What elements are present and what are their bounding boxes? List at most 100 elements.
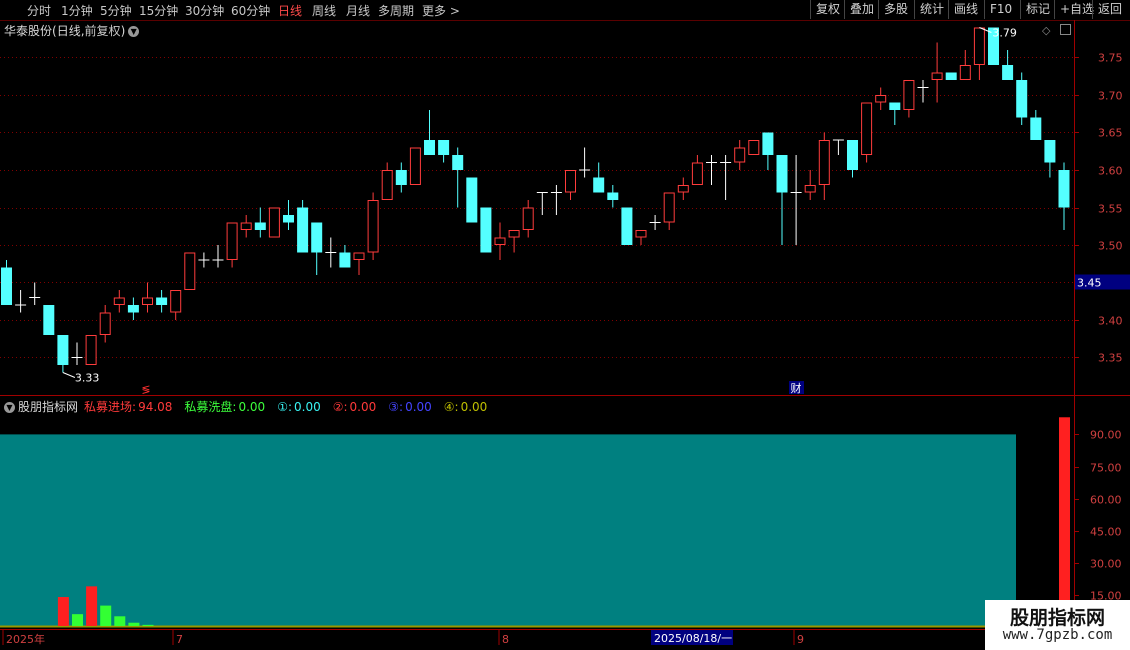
price-tick-label: 3.35 [1098,352,1123,365]
candle [43,305,55,335]
indicator-axis: 90.0075.0060.0045.0030.0015.00 [1074,429,1122,603]
candle [734,140,746,170]
indicator-bar [128,622,140,626]
candle-body [480,207,492,253]
indicator-panel [0,417,1074,628]
candle-body [861,102,873,155]
candle [536,192,548,215]
candle-body [1058,170,1070,208]
candle-body [1044,140,1056,163]
candle-body [945,72,957,80]
candle [917,80,929,103]
candle-body [691,162,703,185]
candle-body [635,230,647,238]
candle-body [875,95,887,103]
candle [57,335,69,373]
candle-body [973,27,985,65]
candlestick-series: 3.79 3.33 ≶ 财 [1,27,1070,396]
candle-body [438,140,450,155]
candle [452,147,464,208]
price-tick-label: 3.65 [1098,127,1123,140]
date-axis: 2025年 7 8 9 2025/08/18/一 [0,629,1130,646]
price-tick-label: 3.70 [1098,90,1123,103]
candle-body [804,185,816,193]
candle-body [734,147,746,163]
indicator-tick-label: 90.00 [1090,429,1122,442]
window-toggle-icon[interactable] [1060,24,1071,35]
high-price-label: 3.79 [992,27,1017,40]
candle-body [170,290,182,313]
indicator-bar [72,614,83,626]
candle [339,245,351,268]
indicator-bar [57,597,69,626]
candle [959,50,971,80]
indicator-tick-label: 45.00 [1090,526,1122,539]
candle [1016,72,1028,125]
candle [706,155,717,185]
candle [29,282,41,305]
candle-body [494,237,506,245]
candle-body [184,252,196,290]
current-price-label: 3.45 [1077,277,1102,290]
candle-body [1030,117,1042,140]
candle-body [424,140,435,155]
candle [127,297,139,320]
date-label: 9 [797,633,804,646]
indicator-bar [114,616,126,626]
candle [311,222,323,275]
candle [170,290,182,320]
date-label: 2025年 [6,632,45,646]
candle-body [466,177,478,223]
candle-body [409,147,421,185]
candle [1002,50,1014,80]
low-price-label: 3.33 [75,372,100,385]
candle [254,207,266,238]
candle [776,155,788,245]
candle [677,177,689,200]
candle-body [240,222,252,230]
candle [832,139,844,155]
candle-body [367,200,379,253]
candle [113,290,125,313]
candle-body [593,177,605,193]
indicator-tick-label: 75.00 [1090,462,1122,475]
candle [691,155,703,185]
indicator-bar [1059,417,1070,626]
candle [973,27,985,80]
candle-body [762,132,774,155]
candle-body [268,207,280,238]
candle [621,207,633,245]
price-tick-label: 3.55 [1098,203,1123,216]
candle-body [142,297,153,305]
candle [297,200,309,253]
candle [847,140,858,178]
chart-canvas: 3.79 3.33 ≶ 财 3.75 3.70 3.65 3.60 3.55 3.50 3.45 3… [0,20,1130,646]
candle-body [297,207,309,253]
candle-body [1016,80,1028,118]
candle-body [565,170,576,193]
candle [607,185,619,208]
low-marker-pointer [62,372,76,378]
candle-body [254,222,266,230]
candle-body [1002,65,1014,80]
candle-body [776,155,788,193]
candle-body [99,312,111,335]
candle [565,170,576,200]
candle-body [931,72,943,80]
candle-body [607,192,619,200]
candle [184,252,196,290]
candle-body [283,215,294,223]
candle-body [311,222,323,253]
candle-body [127,305,139,313]
indicator-tick-label: 60.00 [1090,494,1122,507]
candle [226,222,238,268]
candle [395,162,407,193]
date-cursor-label: 2025/08/18/一 [654,632,732,645]
candle [945,72,957,80]
candle [790,155,802,245]
candle-body [818,140,830,185]
candle [903,80,915,118]
candle [85,335,97,365]
candle-body [522,207,534,230]
diamond-icon[interactable]: ◇ [1042,24,1050,37]
